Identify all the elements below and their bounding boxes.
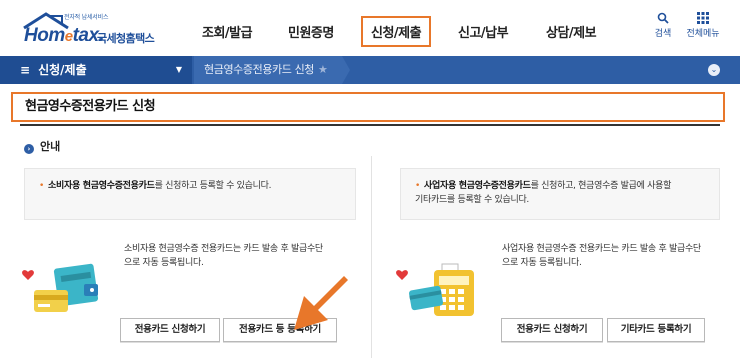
nav-item-certificates[interactable]: 민원증명 bbox=[288, 22, 334, 41]
section-dropdown[interactable]: ≡ 신청/제출 ▼ bbox=[0, 56, 192, 84]
search-icon bbox=[643, 12, 683, 26]
logo-tagline: 전자적 납세서비스 bbox=[64, 14, 109, 21]
bullet-arrow-icon: › bbox=[24, 144, 34, 154]
consumer-description: 소비자용 현금영수증 전용카드는 카드 발송 후 발급수단 으로 자동 등록됩니… bbox=[124, 244, 323, 268]
nav-item-inquiry[interactable]: 조회/발급 bbox=[202, 22, 253, 41]
bullet-icon: • bbox=[39, 181, 45, 191]
bullet-icon: • bbox=[415, 181, 421, 191]
business-description: 사업자용 현금영수증 전용카드는 카드 발송 후 발급수단 으로 자동 등록됩니… bbox=[502, 244, 701, 268]
page-title-box: 현금영수증전용카드 신청 bbox=[11, 92, 725, 122]
nav-item-filing[interactable]: 신고/납부 bbox=[458, 22, 509, 41]
consumer-apply-card-button[interactable]: 전용카드 신청하기 bbox=[120, 318, 220, 342]
title-divider bbox=[20, 124, 720, 126]
hamburger-icon: ≡ bbox=[20, 63, 31, 77]
search-button[interactable]: 검색 bbox=[643, 12, 683, 39]
nav-item-consult[interactable]: 상담/제보 bbox=[546, 22, 597, 41]
business-notice-box: • 사업자용 현금영수증전용카드를 신청하고, 현금영수증 발급에 사용할 기타카… bbox=[400, 168, 720, 220]
breadcrumb-label: 현금영수증전용카드 신청 bbox=[204, 63, 315, 76]
all-menu-button[interactable]: 전체메뉴 bbox=[683, 12, 723, 39]
breadcrumb-arrow bbox=[342, 56, 350, 84]
consumer-notice-box: • 소비자용 현금영수증전용카드를 신청하고 등록할 수 있습니다. bbox=[24, 168, 356, 220]
logo-wordmark: Hometax. bbox=[24, 25, 104, 46]
page-title: 현금영수증전용카드 신청 bbox=[25, 99, 156, 114]
hometax-logo[interactable]: 전자적 납세서비스 Hometax. 국세청홈택스 bbox=[20, 10, 160, 48]
card-terminal-illustration bbox=[396, 262, 484, 322]
caret-down-icon: ▼ bbox=[175, 65, 182, 74]
section-label: 신청/제출 bbox=[38, 63, 87, 77]
location-bar: ≡ 신청/제출 ▼ 현금영수증전용카드 신청 ★ ⌄ bbox=[0, 56, 740, 84]
chevron-down-icon[interactable]: ⌄ bbox=[708, 64, 720, 76]
panel-divider bbox=[371, 156, 372, 358]
business-apply-card-button[interactable]: 전용카드 신청하기 bbox=[501, 318, 603, 342]
guide-heading: › 안내 bbox=[24, 138, 60, 154]
business-register-other-card-button[interactable]: 기타카드 등록하기 bbox=[607, 318, 705, 342]
favorite-star-icon[interactable]: ★ bbox=[318, 63, 328, 76]
site-header: 전자적 납세서비스 Hometax. 국세청홈택스 조회/발급 민원증명 신청/… bbox=[0, 0, 740, 54]
nav-item-application[interactable]: 신청/제출 bbox=[361, 16, 432, 47]
breadcrumb[interactable]: 현금영수증전용카드 신청 ★ bbox=[194, 56, 342, 84]
pointer-arrow-icon bbox=[294, 276, 348, 330]
grid-menu-icon bbox=[683, 12, 723, 26]
logo-korean-name: 국세청홈택스 bbox=[97, 32, 155, 45]
all-menu-label: 전체메뉴 bbox=[686, 29, 720, 39]
search-label: 검색 bbox=[654, 29, 672, 39]
card-wallet-illustration bbox=[22, 262, 110, 322]
